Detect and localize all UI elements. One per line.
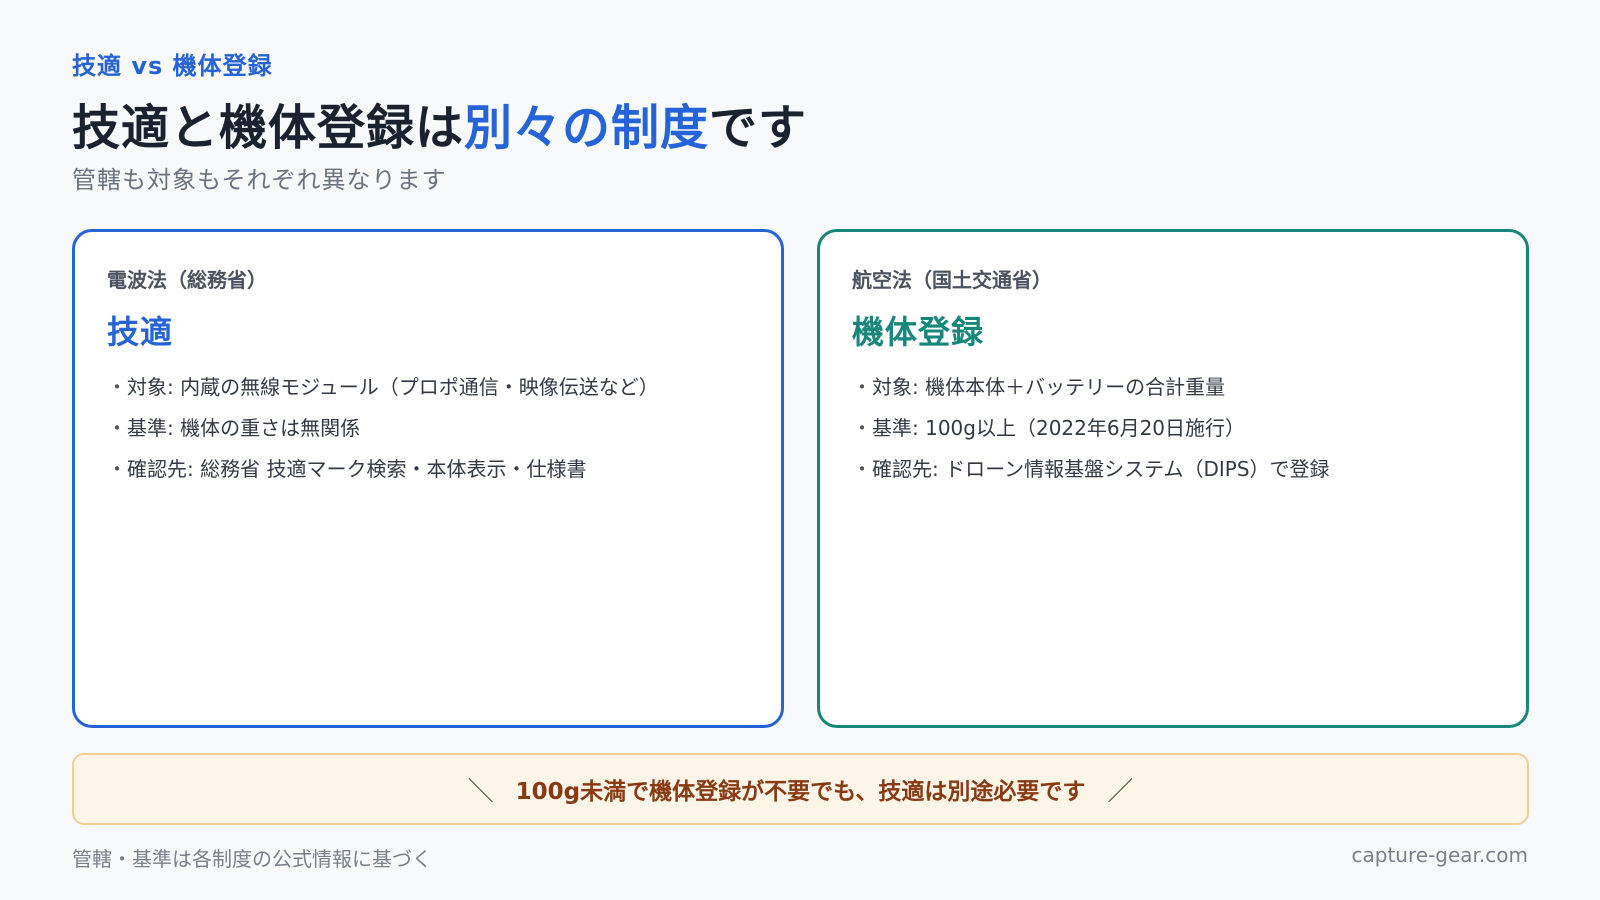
bullet-icon: ・ [852,416,872,440]
list-item: ・確認先: ドローン情報基盤システム（DIPS）で登録 [852,457,1494,481]
title-part1: 技適と機体登録は [72,100,465,156]
callout-banner: ＼ 100g未満で機体登録が不要でも、技適は別途必要です ／ [72,753,1529,825]
title-accent: 別々の制度 [464,100,710,156]
list-item: ・対象: 内蔵の無線モジュール（プロポ通信・映像伝送など） [107,375,749,399]
list-item: ・基準: 機体の重さは無関係 [107,416,749,440]
list-item: ・対象: 機体本体＋バッテリーの合計重量 [852,375,1494,399]
list-item-text: 基準: 100g以上（2022年6月20日施行） [872,416,1246,440]
card-radio-law: 電波法（総務省） 技適 ・対象: 内蔵の無線モジュール（プロポ通信・映像伝送など… [72,229,784,728]
footer-note: 管轄・基準は各制度の公式情報に基づく [72,847,432,871]
footer-site: capture-gear.com [1351,843,1528,867]
bullet-icon: ・ [107,457,127,481]
card-aviation-law: 航空法（国土交通省） 機体登録 ・対象: 機体本体＋バッテリーの合計重量 ・基準… [817,229,1529,728]
list-item: ・確認先: 総務省 技適マーク検索・本体表示・仕様書 [107,457,749,481]
bullet-icon: ・ [852,375,872,399]
card-law-label: 電波法（総務省） [107,268,267,292]
list-item-text: 対象: 内蔵の無線モジュール（プロポ通信・映像伝送など） [127,375,659,399]
banner-left-mark: ＼ [467,776,494,807]
eyebrow-label: 技適 vs 機体登録 [72,52,273,80]
page-subtitle: 管轄も対象もそれぞれ異なります [72,166,447,194]
card-law-label: 航空法（国土交通省） [852,268,1052,292]
bullet-icon: ・ [107,416,127,440]
slide: 技適 vs 機体登録 技適と機体登録は別々の制度です 管轄も対象もそれぞれ異なり… [0,0,1600,900]
card-title: 技適 [107,313,174,351]
page-title: 技適と機体登録は別々の制度です [72,88,807,158]
bullet-icon: ・ [107,375,127,399]
bullet-icon: ・ [852,457,872,481]
banner-text: 100g未満で機体登録が不要でも、技適は別途必要です [515,779,1086,805]
title-part2: です [709,100,808,156]
list-item-text: 対象: 機体本体＋バッテリーの合計重量 [872,375,1226,399]
list-item-text: 確認先: 総務省 技適マーク検索・本体表示・仕様書 [127,457,587,481]
banner-right-mark: ／ [1107,776,1134,807]
list-item-text: 基準: 機体の重さは無関係 [127,416,361,440]
list-item: ・基準: 100g以上（2022年6月20日施行） [852,416,1494,440]
card-item-list: ・対象: 内蔵の無線モジュール（プロポ通信・映像伝送など） ・基準: 機体の重さ… [107,375,749,481]
card-item-list: ・対象: 機体本体＋バッテリーの合計重量 ・基準: 100g以上（2022年6月… [852,375,1494,481]
list-item-text: 確認先: ドローン情報基盤システム（DIPS）で登録 [872,457,1330,481]
card-title: 機体登録 [852,313,985,351]
